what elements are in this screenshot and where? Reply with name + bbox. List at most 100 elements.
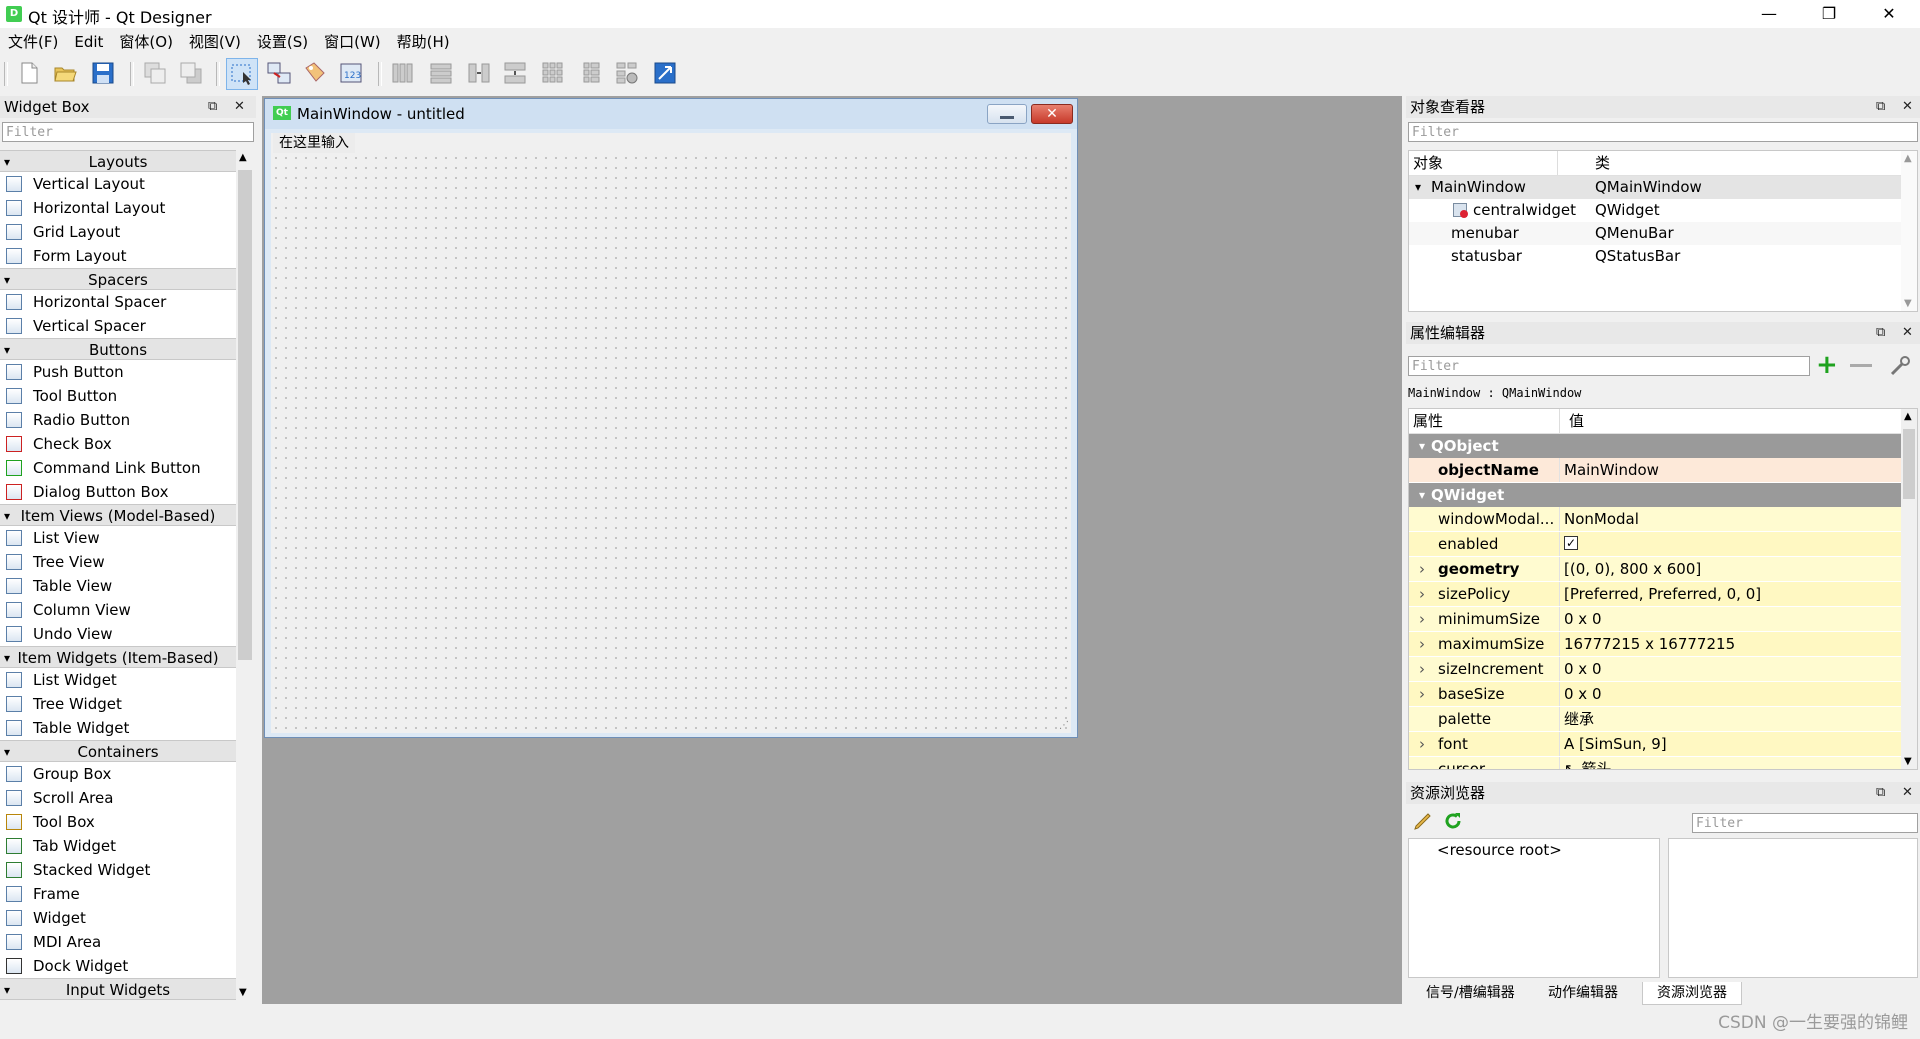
widget-item[interactable]: Widget (0, 906, 236, 930)
chevron-down-icon[interactable]: ▾ (1419, 483, 1425, 507)
adjust-size-icon[interactable] (652, 60, 678, 86)
resource-root-item[interactable]: <resource root> (1437, 841, 1562, 859)
widget-item[interactable]: Column View (0, 598, 236, 622)
close-panel-icon[interactable]: ✕ (1902, 782, 1913, 804)
property-row[interactable]: › geometry [(0, 0), 800 x 600] (1409, 557, 1917, 582)
layout-grid-icon[interactable] (540, 60, 566, 86)
minimize-button[interactable]: — (1740, 0, 1798, 28)
chevron-down-icon[interactable]: ▾ (1419, 434, 1425, 458)
close-panel-icon[interactable]: ✕ (1902, 96, 1913, 118)
scroll-up-icon[interactable]: ▲ (1904, 411, 1912, 422)
property-editor-filter-input[interactable]: Filter (1408, 356, 1810, 376)
enabled-checkbox[interactable]: ✓ (1564, 536, 1578, 550)
form-close-button[interactable]: ✕ (1031, 104, 1073, 124)
chevron-right-icon[interactable]: › (1419, 682, 1425, 706)
save-icon[interactable] (90, 60, 116, 86)
widget-item[interactable]: Dock Widget (0, 954, 236, 978)
edit-signals-slots-icon[interactable] (266, 60, 292, 86)
widget-item[interactable]: List Widget (0, 668, 236, 692)
widget-item[interactable]: Stacked Widget (0, 858, 236, 882)
layout-horizontal-splitter-icon[interactable] (466, 60, 492, 86)
property-row[interactable]: › minimumSize 0 x 0 (1409, 607, 1917, 632)
scroll-up-icon[interactable]: ▲ (1904, 153, 1912, 164)
edit-buddies-icon[interactable] (302, 60, 328, 86)
bring-to-front-icon[interactable] (178, 60, 204, 86)
property-value[interactable]: MainWindow (1564, 458, 1659, 482)
property-row[interactable]: › sizePolicy [Preferred, Preferred, 0, 0] (1409, 582, 1917, 607)
float-panel-icon[interactable]: ⧉ (1876, 322, 1885, 344)
chevron-right-icon[interactable]: › (1419, 582, 1425, 606)
widget-item[interactable]: List View (0, 526, 236, 550)
header-property[interactable]: 属性 (1413, 409, 1443, 433)
property-value[interactable]: 0 x 0 (1564, 607, 1602, 631)
remove-dynamic-property-icon[interactable] (1850, 364, 1872, 367)
widget-item[interactable]: Check Box (0, 432, 236, 456)
property-value[interactable]: [Preferred, Preferred, 0, 0] (1564, 582, 1761, 606)
resize-grip-icon[interactable]: ⋰ (1059, 720, 1069, 731)
widget-item[interactable]: Grid Layout (0, 220, 236, 244)
scroll-down-icon[interactable]: ▼ (1904, 756, 1912, 767)
break-layout-icon[interactable] (614, 60, 640, 86)
layout-vertical-icon[interactable] (428, 60, 454, 86)
open-folder-icon[interactable] (52, 60, 78, 86)
edit-resources-pencil-icon[interactable] (1412, 810, 1434, 832)
widget-category-header[interactable]: ▾ Buttons (0, 338, 236, 360)
object-tree-row[interactable]: ▾ MainWindow QMainWindow (1409, 176, 1917, 199)
widget-item[interactable]: Tree View (0, 550, 236, 574)
chevron-right-icon[interactable]: › (1419, 607, 1425, 631)
chevron-down-icon[interactable]: ▾ (1415, 176, 1421, 199)
property-group-header[interactable]: ▾ QObject (1409, 434, 1917, 458)
widget-item[interactable]: Table View (0, 574, 236, 598)
widget-item[interactable]: MDI Area (0, 930, 236, 954)
edit-tab-order-icon[interactable]: 123 (338, 60, 364, 86)
widget-item[interactable]: Vertical Spacer (0, 314, 236, 338)
header-value[interactable]: 值 (1569, 409, 1584, 433)
form-window[interactable]: Qt MainWindow - untitled ✕ 在这里输入 ⋰ (264, 98, 1078, 738)
widget-category-header[interactable]: ▾ Item Views (Model-Based) (0, 504, 236, 526)
widget-item[interactable]: Tool Button (0, 384, 236, 408)
form-minimize-button[interactable] (987, 104, 1027, 124)
scrollbar-thumb[interactable] (238, 170, 252, 660)
property-row[interactable]: objectName MainWindow (1409, 458, 1917, 483)
widget-category-header[interactable]: ▾ Layouts (0, 150, 236, 172)
property-value[interactable]: 0 x 0 (1564, 682, 1602, 706)
scroll-up-icon[interactable]: ▲ (239, 152, 247, 163)
property-value[interactable]: 16777215 x 16777215 (1564, 632, 1735, 656)
scrollbar-thumb[interactable] (1903, 429, 1915, 499)
menu-window[interactable]: 窗口(W) (316, 30, 389, 54)
scroll-down-icon[interactable]: ▼ (1904, 298, 1912, 309)
property-row[interactable]: › maximumSize 16777215 x 16777215 (1409, 632, 1917, 657)
layout-form-icon[interactable] (578, 60, 604, 86)
property-row[interactable]: › baseSize 0 x 0 (1409, 682, 1917, 707)
widget-box-scrollbar[interactable]: ▲ ▼ (236, 150, 254, 1000)
widget-category-header[interactable]: ▾ Spacers (0, 268, 236, 290)
send-to-back-icon[interactable] (142, 60, 168, 86)
widget-item[interactable]: Frame (0, 882, 236, 906)
layout-horizontal-icon[interactable] (390, 60, 416, 86)
new-file-icon[interactable] (16, 60, 42, 86)
property-value[interactable]: [(0, 0), 800 x 600] (1564, 557, 1701, 581)
tab-signal-slot-editor[interactable]: 信号/槽编辑器 (1412, 982, 1529, 1004)
widget-item[interactable]: Command Link Button (0, 456, 236, 480)
widget-item[interactable]: Horizontal Layout (0, 196, 236, 220)
menu-edit[interactable]: Edit (66, 30, 111, 54)
chevron-right-icon[interactable]: › (1419, 732, 1425, 756)
property-group-header[interactable]: ▾ QWidget (1409, 483, 1917, 507)
widget-item[interactable]: Dialog Button Box (0, 480, 236, 504)
menu-form[interactable]: 窗体(O) (111, 30, 181, 54)
object-tree-row[interactable]: menubar QMenuBar (1409, 222, 1917, 245)
object-inspector-scrollbar[interactable]: ▲ ▼ (1901, 151, 1917, 311)
chevron-right-icon[interactable]: › (1419, 657, 1425, 681)
tab-action-editor[interactable]: 动作编辑器 (1534, 982, 1632, 1004)
header-object[interactable]: 对象 (1413, 151, 1443, 175)
chevron-right-icon[interactable]: › (1419, 557, 1425, 581)
configure-wrench-icon[interactable] (1888, 354, 1912, 378)
widget-item[interactable]: Horizontal Spacer (0, 290, 236, 314)
widget-item[interactable]: Radio Button (0, 408, 236, 432)
menu-settings[interactable]: 设置(S) (249, 30, 316, 54)
maximize-button[interactable]: ❐ (1800, 0, 1858, 28)
object-inspector-filter-input[interactable]: Filter (1408, 122, 1918, 142)
widget-category-header[interactable]: ▾ Input Widgets (0, 978, 236, 1000)
object-tree-row[interactable]: centralwidget QWidget (1409, 199, 1917, 222)
widget-category-header[interactable]: ▾ Item Widgets (Item-Based) (0, 646, 236, 668)
